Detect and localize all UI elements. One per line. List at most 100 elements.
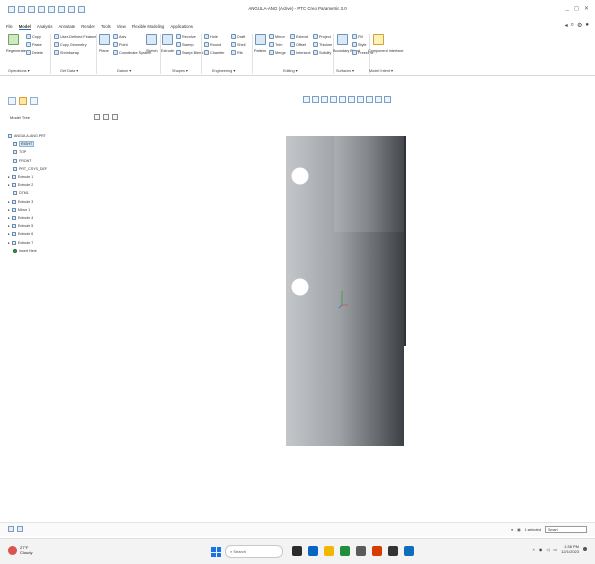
sketch-button[interactable] <box>146 34 157 45</box>
sweep-button[interactable]: Sweep <box>176 42 194 47</box>
tab-model[interactable]: Model <box>18 24 31 30</box>
plane-button[interactable] <box>99 34 110 45</box>
hole-lower[interactable] <box>291 278 309 296</box>
tree-item[interactable]: ▸ Extrude 7 <box>8 238 118 246</box>
copy-button[interactable]: Copy <box>26 34 41 39</box>
round-button[interactable]: Round <box>204 42 221 47</box>
taskbar-app-icon[interactable] <box>308 546 318 556</box>
zoom-in-icon[interactable] <box>312 96 319 103</box>
style-button[interactable]: Style <box>352 42 366 47</box>
delete-button[interactable]: Delete <box>26 50 43 55</box>
settings-icon[interactable]: ⚙ <box>577 22 582 29</box>
tree-item[interactable]: ▸ Extrude 3 <box>8 198 118 206</box>
expand-caret-icon[interactable]: ▸ <box>8 175 10 179</box>
minimize-button[interactable]: _ <box>566 5 569 12</box>
copy-geometry-button[interactable]: Copy Geometry <box>54 42 87 47</box>
expand-caret-icon[interactable]: ▸ <box>8 208 10 212</box>
udf-button[interactable]: User-Defined Feature <box>54 34 97 39</box>
boundary-blend-button[interactable] <box>337 34 348 45</box>
taskbar-app-icon[interactable] <box>340 546 350 556</box>
tree-item[interactable]: ▸ Extrude 5 <box>8 222 118 230</box>
help-arrow-icon[interactable]: ◂ <box>565 22 568 29</box>
expand-caret-icon[interactable]: ▸ <box>8 241 10 245</box>
display-style-icon[interactable] <box>339 96 346 103</box>
tree-item[interactable]: Insert Here <box>8 247 118 255</box>
tree-item[interactable]: ▸ Extrude 2 <box>8 181 118 189</box>
group-datum[interactable]: Datum ▾ <box>117 68 131 73</box>
shrinkwrap-button[interactable]: Shrinkwrap <box>54 50 79 55</box>
expand-caret-icon[interactable]: ▸ <box>8 200 10 204</box>
tab-render[interactable]: Render <box>81 24 95 30</box>
extend-button[interactable]: Extend <box>290 34 308 39</box>
weather-widget[interactable]: 27°F Cloudy <box>8 544 48 560</box>
axis-button[interactable]: Axis <box>113 34 126 39</box>
battery-icon[interactable]: ▭ <box>553 547 557 552</box>
tree-item[interactable]: DTM1 <box>8 189 118 197</box>
selection-filter-dropdown[interactable]: Smart <box>545 526 587 533</box>
model-tree-tab-icon[interactable] <box>8 97 16 105</box>
regenerate-button[interactable] <box>8 34 19 45</box>
paste-button[interactable]: Paste <box>26 42 42 47</box>
draft-button[interactable]: Draft <box>231 34 245 39</box>
mirror-button[interactable]: Mirror <box>269 34 285 39</box>
group-editing[interactable]: Editing ▾ <box>283 68 298 73</box>
view-manager-icon[interactable] <box>357 96 364 103</box>
project-button[interactable]: Project <box>313 34 331 39</box>
3d-model-view[interactable] <box>286 136 406 448</box>
perspective-icon[interactable] <box>366 96 373 103</box>
network-icon[interactable]: ◉ <box>539 547 543 552</box>
merge-button[interactable]: Merge <box>269 50 286 55</box>
chamfer-button[interactable]: Chamfer <box>204 50 225 55</box>
tree-item[interactable]: TOP <box>8 148 118 156</box>
taskbar-app-icon[interactable] <box>404 546 414 556</box>
rib-button[interactable]: Rib <box>231 50 243 55</box>
extrude-button[interactable] <box>162 34 173 45</box>
taskbar-search[interactable]: ⌕ Search <box>225 545 283 558</box>
selection-count[interactable]: 1 selected <box>525 528 541 532</box>
tray-chevron-icon[interactable]: ˄ <box>533 547 535 552</box>
hole-upper[interactable] <box>291 167 309 185</box>
expand-caret-icon[interactable]: ▸ <box>8 232 10 236</box>
help-icon[interactable]: ● <box>585 22 589 29</box>
fill-button[interactable]: Fill <box>352 34 363 39</box>
taskbar-app-icon[interactable] <box>372 546 382 556</box>
favorites-tab-icon[interactable] <box>30 97 38 105</box>
intersect-button[interactable]: Intersect <box>290 50 311 55</box>
start-button[interactable] <box>211 547 221 557</box>
shell-button[interactable]: Shell <box>231 42 245 47</box>
tree-columns-icon[interactable] <box>112 114 118 120</box>
tab-analysis[interactable]: Analysis <box>37 24 53 30</box>
tab-flexible-modeling[interactable]: Flexible Modeling <box>132 24 165 30</box>
datum-display-icon[interactable] <box>375 96 382 103</box>
close-button[interactable]: ✕ <box>584 5 589 12</box>
tab-applications[interactable]: Applications <box>170 24 193 30</box>
tree-item[interactable]: FRONT <box>8 157 118 165</box>
tab-file[interactable]: File <box>6 24 13 30</box>
volume-icon[interactable]: ◁ <box>546 547 549 552</box>
tab-view[interactable]: View <box>117 24 126 30</box>
tab-annotate[interactable]: Annotate <box>58 24 75 30</box>
tab-tools[interactable]: Tools <box>101 24 111 30</box>
tree-item[interactable]: ▸ Extrude 1 <box>8 173 118 181</box>
hole-button[interactable]: Hole <box>204 34 218 39</box>
show-browser-icon[interactable] <box>17 526 23 532</box>
taskbar-app-icon[interactable] <box>356 546 366 556</box>
trim-button[interactable]: Trim <box>269 42 282 47</box>
point-button[interactable]: Point <box>113 42 128 47</box>
clock[interactable]: 1:38 PM 12/1/2023 <box>561 544 579 554</box>
component-interface-button[interactable] <box>373 34 384 45</box>
tree-item[interactable]: ▸ Extrude 4 <box>8 214 118 222</box>
taskbar-app-icon[interactable] <box>324 546 334 556</box>
thicken-button[interactable]: Thicken <box>313 42 332 47</box>
folder-browser-tab-icon[interactable] <box>19 97 27 105</box>
notification-icon[interactable] <box>583 547 587 551</box>
group-shapes[interactable]: Shapes ▾ <box>172 68 188 73</box>
taskbar-app-icon[interactable] <box>388 546 398 556</box>
offset-button[interactable]: Offset <box>290 42 306 47</box>
tree-filter-icon[interactable] <box>94 114 100 120</box>
selection-list-icon[interactable]: ▦ <box>517 528 520 532</box>
tree-item[interactable]: ▸ Extrude 6 <box>8 230 118 238</box>
zoom-out-icon[interactable] <box>321 96 328 103</box>
group-engineering[interactable]: Engineering ▾ <box>212 68 235 73</box>
refit-icon[interactable] <box>303 96 310 103</box>
